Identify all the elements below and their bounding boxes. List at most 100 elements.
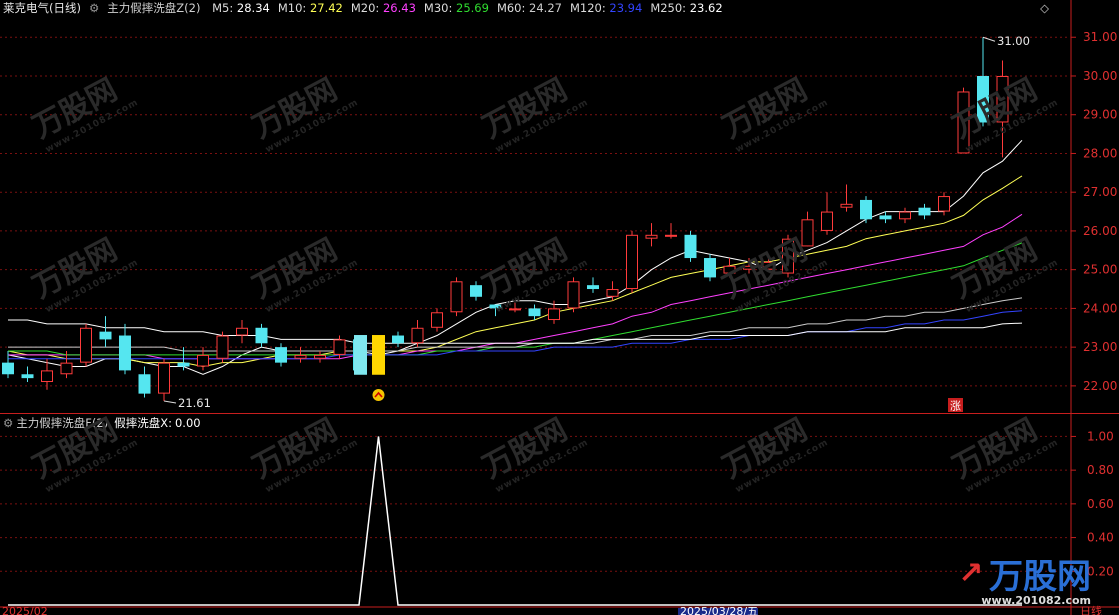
candle-body xyxy=(782,238,794,274)
main-indicator-name: 主力假摔洗盘Z(2) xyxy=(107,1,201,15)
sub-y-tick-label: 0.60 xyxy=(1087,497,1114,511)
candle-body xyxy=(977,75,989,123)
candle-body xyxy=(236,327,248,336)
candle-body xyxy=(2,362,14,375)
candle-body xyxy=(489,304,502,309)
ma-label-m250: M250: 23.62 xyxy=(650,1,723,15)
time-label-start: 2025/02 xyxy=(2,605,48,615)
candle-body xyxy=(294,354,307,359)
candle-body xyxy=(80,327,92,363)
y-tick-label: 22.00 xyxy=(1083,379,1117,393)
candle-body xyxy=(938,196,950,212)
y-tick-label: 27.00 xyxy=(1083,185,1117,199)
signal-marker-icon xyxy=(372,389,385,401)
candle-body xyxy=(645,234,658,239)
candle-body xyxy=(99,331,112,340)
candle-body xyxy=(723,265,736,274)
ma-value-m10: 27.42 xyxy=(309,1,343,15)
brand-logo-url: www.201082.com xyxy=(981,594,1091,607)
ma-value-m120: 23.94 xyxy=(609,1,643,15)
candle-body xyxy=(528,308,541,317)
y-tick-label: 29.00 xyxy=(1083,108,1117,122)
low-price-label: 21.61 xyxy=(178,396,211,410)
candle-body xyxy=(684,234,697,259)
time-label-cursor: 2025/03/28/五 xyxy=(680,605,758,615)
candle-body xyxy=(158,362,170,394)
y-tick-label: 25.00 xyxy=(1083,263,1117,277)
candle-body xyxy=(665,234,677,237)
candle-body xyxy=(879,215,892,220)
sub-y-tick-label: 1.00 xyxy=(1087,429,1114,443)
candle-body xyxy=(821,211,833,231)
ma-label-m30: M30: 25.69 xyxy=(423,1,489,15)
ma-value-m250: 23.62 xyxy=(689,1,723,15)
y-tick-label: 30.00 xyxy=(1083,69,1117,83)
gear-icon[interactable]: ⚙ xyxy=(89,1,99,15)
sub-y-tick-label: 0.80 xyxy=(1087,463,1114,477)
candle-body xyxy=(255,327,268,344)
candle-body xyxy=(354,335,367,375)
ma-label-m60: M60: 24.27 xyxy=(496,1,562,15)
sub-series-line xyxy=(8,436,1022,606)
candle-body xyxy=(567,281,580,309)
sub-y-tick-label: 0.40 xyxy=(1087,531,1114,545)
candle-body xyxy=(431,312,443,328)
candle-body xyxy=(743,265,755,270)
candle-body xyxy=(704,258,716,278)
candle-body xyxy=(509,308,521,311)
candle-body xyxy=(470,285,482,297)
candle-body xyxy=(801,219,814,247)
candle-body xyxy=(411,327,424,344)
chart-canvas[interactable]: 22.00 23.00 24.00 25.00 26.00 27.00 28.00 29.00… xyxy=(0,0,1119,615)
candle-body xyxy=(587,285,599,290)
brand-logo-text: 万股网 xyxy=(989,557,1091,597)
ma-line-m30 xyxy=(8,242,1023,356)
candle-body xyxy=(314,354,326,359)
ma-label-m20: M20: 26.43 xyxy=(350,1,416,15)
candle-body xyxy=(548,308,560,321)
ma-line-m20 xyxy=(8,213,1023,360)
ma-label-m5: M5: 28.34 xyxy=(212,1,270,15)
candle-body xyxy=(957,91,970,154)
brand-logo-icon: ↗ xyxy=(958,556,984,591)
high-pointer xyxy=(982,36,996,42)
candle-body xyxy=(333,339,346,355)
sub-series-label: 假摔洗盘X: xyxy=(114,416,172,430)
ma-value-m5: 28.34 xyxy=(236,1,270,15)
candle-body xyxy=(138,374,151,394)
candle-body xyxy=(996,75,1009,123)
candle-body xyxy=(60,362,73,375)
sub-series-value: 0.00 xyxy=(174,416,201,430)
sub-y-tick-label: 0.20 xyxy=(1087,564,1114,578)
candle-body xyxy=(41,370,53,383)
diamond-icon[interactable]: ◇ xyxy=(1040,1,1049,15)
candle-body xyxy=(21,374,34,379)
candle-body xyxy=(197,354,209,367)
y-tick-label: 31.00 xyxy=(1083,30,1117,44)
ma-label-m10: M10: 27.42 xyxy=(277,1,343,15)
candle-body xyxy=(606,289,619,297)
sub-indicator-name: 主力假摔洗盘F(2) xyxy=(16,416,109,430)
candle-body xyxy=(216,335,229,359)
candle-body xyxy=(275,347,287,363)
candle-body xyxy=(918,207,931,216)
candle-body xyxy=(392,335,404,344)
signal-candle xyxy=(372,335,385,375)
candle-body xyxy=(626,234,638,290)
ma-label-m120: M120: 23.94 xyxy=(569,1,643,15)
ma-value-list: M5: 28.34 M10: 27.42 M20: 26.43 M30: 25.69 M… xyxy=(212,1,731,15)
candle-body xyxy=(840,203,853,208)
zhang-badge-text: 涨 xyxy=(950,400,961,413)
y-tick-label: 23.00 xyxy=(1083,340,1117,354)
candle-body xyxy=(177,362,190,367)
ma-value-m60: 24.27 xyxy=(529,1,562,15)
candle-body xyxy=(119,335,131,371)
candle-body xyxy=(762,261,775,270)
sub-panel-header: ⚙ 主力假摔洗盘F(2) 假摔洗盘X: 0.00 xyxy=(3,416,209,430)
gear-icon[interactable]: ⚙ xyxy=(3,416,13,430)
low-pointer xyxy=(163,400,177,404)
ma-value-m30: 25.69 xyxy=(456,1,489,15)
ma-line-m120 xyxy=(8,310,1023,360)
y-tick-label: 26.00 xyxy=(1083,224,1117,238)
candle-body xyxy=(899,211,911,220)
